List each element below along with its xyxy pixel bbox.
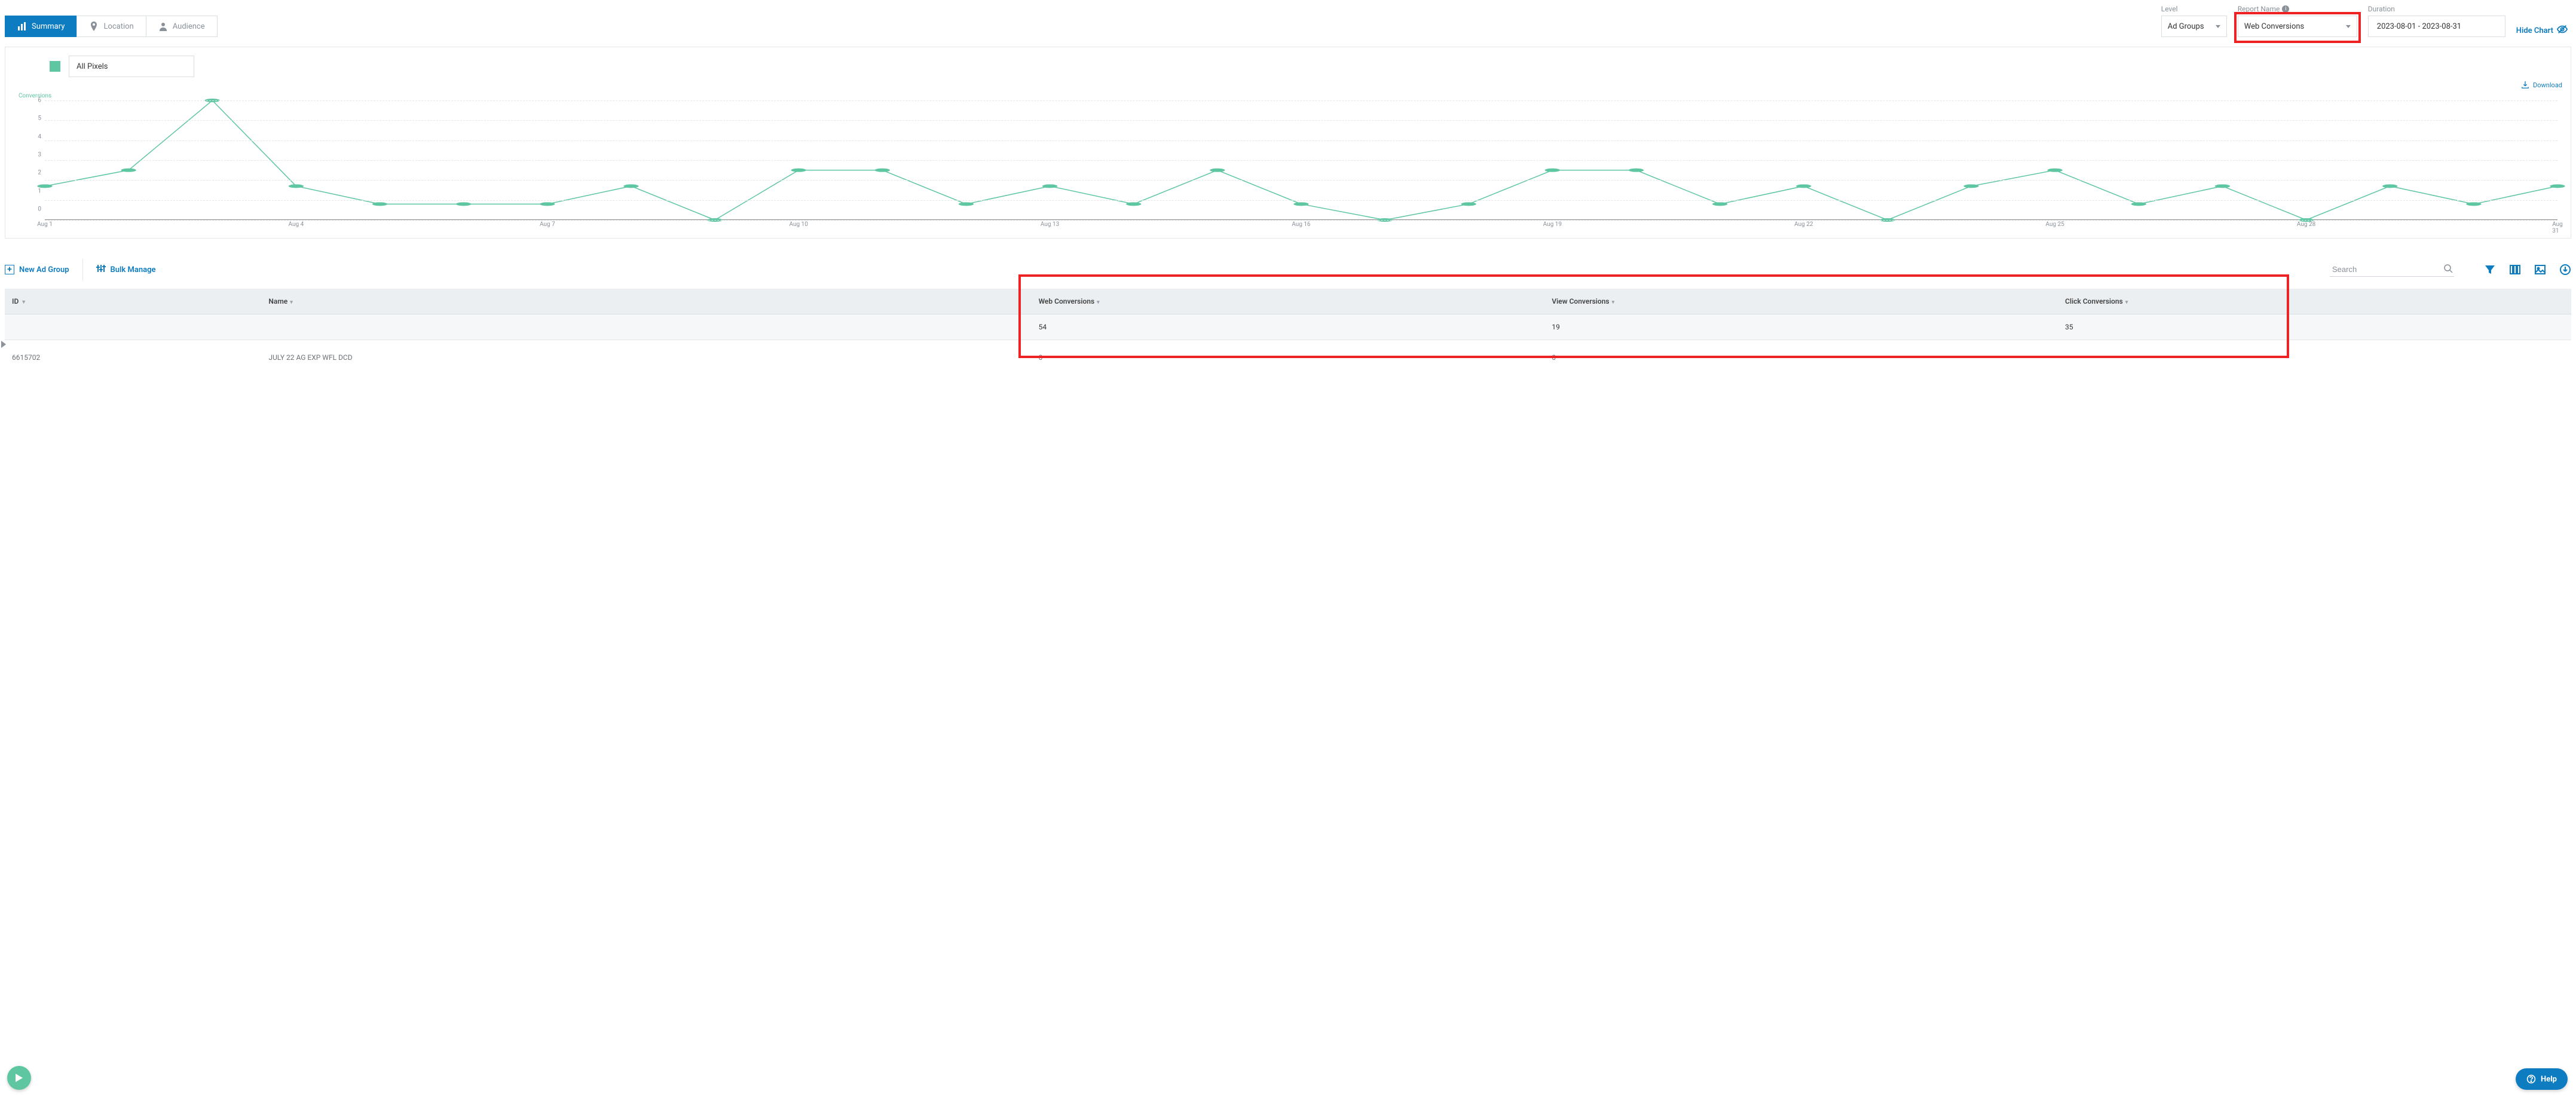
image-icon[interactable]	[2534, 264, 2546, 276]
y-tick: 0	[23, 206, 41, 212]
table-header-row: ID▼ Name▾ Web Conversions▾ View Conversi…	[5, 289, 2571, 314]
cell-name: JULY 22 AG EXP WFL DCD	[261, 340, 1031, 362]
y-tick: 2	[23, 170, 41, 176]
new-ad-group-button[interactable]: + New Ad Group	[5, 265, 69, 274]
x-tick: Aug 7	[540, 221, 555, 228]
report-name-value: Web Conversions	[2244, 22, 2305, 31]
new-adgroup-label: New Ad Group	[19, 265, 69, 274]
y-tick: 6	[23, 97, 41, 104]
line-chart[interactable]: 0123456 Aug 1Aug 4Aug 7Aug 10Aug 13Aug 1…	[45, 100, 2557, 232]
divider	[82, 259, 83, 280]
x-tick: Aug 1	[37, 221, 53, 228]
sliders-icon	[96, 264, 106, 276]
tab-location[interactable]: Location	[77, 16, 145, 37]
y-tick: 1	[23, 188, 41, 194]
series-swatch	[50, 61, 60, 72]
cell-view: 0	[1544, 340, 2058, 362]
help-fab[interactable]: Help	[2516, 1068, 2568, 1090]
plus-icon: +	[5, 265, 14, 274]
sort-icon: ▾	[290, 300, 293, 305]
sort-desc-icon: ▼	[21, 299, 26, 305]
expand-row-icon[interactable]	[1, 341, 7, 350]
col-id[interactable]: ID▼	[5, 289, 261, 314]
cell-id: 6615702	[5, 340, 261, 362]
total-click: 35	[2058, 314, 2571, 340]
filter-icon[interactable]	[2484, 264, 2496, 276]
total-web: 54	[1032, 314, 1545, 340]
x-tick: Aug 19	[1543, 221, 1562, 228]
x-tick: Aug 4	[289, 221, 304, 228]
download-label: Download	[2533, 81, 2562, 89]
chevron-down-icon	[2346, 25, 2351, 28]
chart-card: All Pixels Download Conversions 0123456 …	[5, 47, 2571, 239]
view-tabs: Summary Location Audience	[5, 16, 218, 37]
pixel-select[interactable]: All Pixels	[69, 56, 194, 77]
info-icon[interactable]: i	[2282, 5, 2289, 13]
hide-chart-label: Hide Chart	[2516, 26, 2553, 35]
chevron-down-icon	[2216, 25, 2220, 28]
col-name[interactable]: Name▾	[261, 289, 1031, 314]
x-tick: Aug 28	[2297, 221, 2315, 228]
user-icon	[158, 22, 168, 31]
play-icon	[15, 1074, 23, 1082]
table-totals-row: 54 19 35	[5, 314, 2571, 340]
pixel-select-value: All Pixels	[77, 62, 108, 71]
eye-off-icon	[2557, 24, 2568, 37]
sort-icon: ▾	[1612, 300, 1615, 305]
search-input[interactable]	[2330, 262, 2454, 277]
x-tick: Aug 22	[1794, 221, 1813, 228]
duration-value: 2023-08-01 - 2023-08-31	[2377, 22, 2461, 31]
download-icon	[2521, 81, 2529, 89]
adgroup-table: ID▼ Name▾ Web Conversions▾ View Conversi…	[5, 289, 2571, 362]
play-fab[interactable]	[7, 1066, 31, 1090]
y-tick: 5	[23, 115, 41, 122]
tab-audience[interactable]: Audience	[146, 16, 218, 37]
level-label: Level	[2161, 5, 2227, 13]
total-view: 19	[1544, 314, 2058, 340]
bulk-label: Bulk Manage	[111, 265, 156, 274]
y-tick: 3	[23, 151, 41, 158]
report-name-label: Report Name i	[2238, 5, 2357, 13]
help-label: Help	[2541, 1075, 2557, 1084]
tab-label: Summary	[32, 22, 65, 31]
bar-chart-icon	[17, 22, 27, 31]
report-name-select[interactable]: Web Conversions	[2238, 16, 2357, 37]
cell-web: 0	[1032, 340, 1545, 362]
col-click[interactable]: Click Conversions▾	[2058, 289, 2571, 314]
y-axis-title: Conversions	[19, 93, 2561, 99]
level-value: Ad Groups	[2168, 22, 2204, 31]
duration-field: Duration 2023-08-01 - 2023-08-31	[2368, 5, 2505, 37]
help-icon	[2526, 1074, 2536, 1084]
sort-icon: ▾	[1097, 300, 1100, 305]
bulk-manage-button[interactable]: Bulk Manage	[96, 264, 156, 276]
col-web[interactable]: Web Conversions▾	[1032, 289, 1545, 314]
report-name-field: Report Name i Web Conversions	[2238, 5, 2357, 37]
duration-label: Duration	[2368, 5, 2505, 13]
tab-summary[interactable]: Summary	[5, 16, 77, 37]
col-view[interactable]: View Conversions▾	[1544, 289, 2058, 314]
table-row[interactable]: 6615702 JULY 22 AG EXP WFL DCD 0 0	[5, 340, 2571, 362]
x-tick: Aug 13	[1041, 221, 1059, 228]
download-circle-icon[interactable]	[2559, 264, 2571, 276]
x-tick: Aug 16	[1292, 221, 1310, 228]
duration-picker[interactable]: 2023-08-01 - 2023-08-31	[2368, 16, 2505, 37]
columns-icon[interactable]	[2509, 264, 2521, 276]
level-select[interactable]: Ad Groups	[2161, 16, 2227, 37]
sort-icon: ▾	[2125, 300, 2128, 305]
tab-label: Location	[103, 22, 133, 31]
y-tick: 4	[23, 133, 41, 140]
tab-label: Audience	[173, 22, 205, 31]
pin-icon	[89, 22, 99, 31]
x-tick: Aug 31	[2552, 221, 2563, 234]
download-chart[interactable]: Download	[2521, 81, 2562, 89]
x-tick: Aug 25	[2046, 221, 2064, 228]
hide-chart-toggle[interactable]: Hide Chart	[2516, 17, 2571, 37]
search-icon	[2443, 264, 2453, 276]
x-tick: Aug 10	[790, 221, 808, 228]
level-field: Level Ad Groups	[2161, 5, 2227, 37]
